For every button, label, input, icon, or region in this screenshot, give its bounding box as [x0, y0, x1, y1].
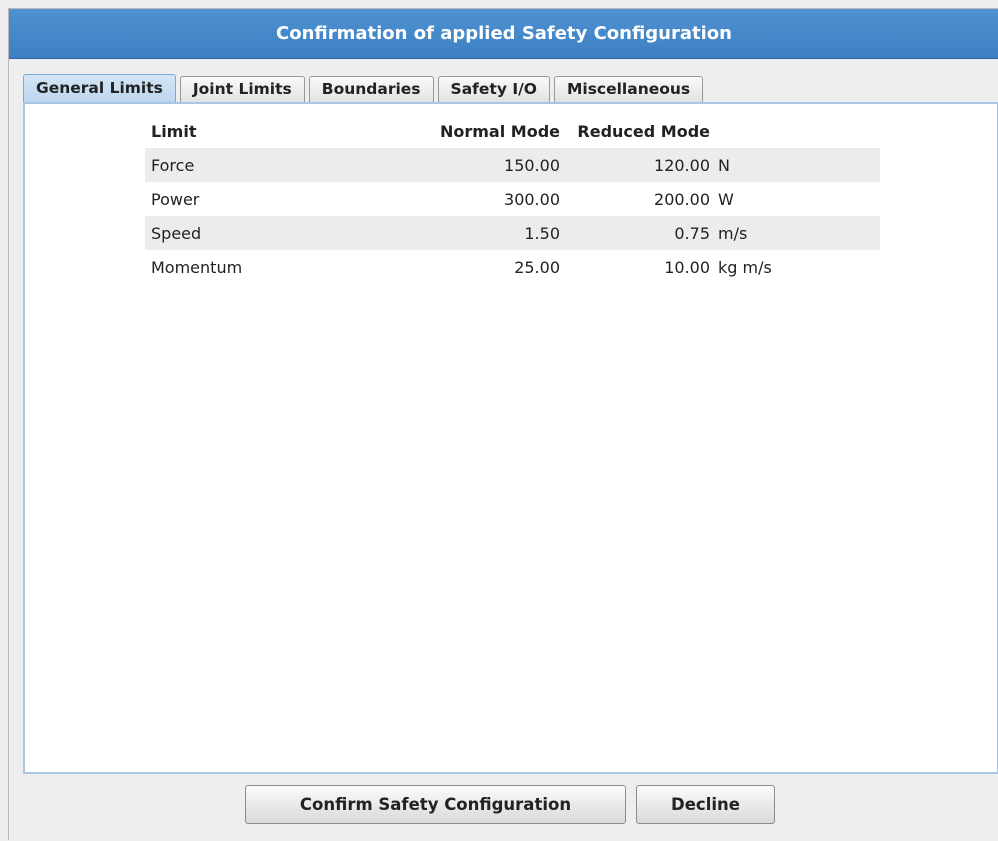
row-unit: kg m/s [718, 257, 772, 277]
tab-general-limits[interactable]: General Limits [23, 74, 176, 102]
general-limits-panel: Limit Normal Mode Reduced Mode Force 150… [23, 102, 998, 774]
row-normal-value: 1.50 [524, 223, 560, 243]
dialog-title: Confirmation of applied Safety Configura… [9, 9, 998, 59]
table-row: Speed 1.50 0.75 m/s [145, 216, 880, 250]
row-unit: W [718, 189, 734, 209]
row-unit: m/s [718, 223, 748, 243]
table-row: Momentum 25.00 10.00 kg m/s [145, 250, 880, 284]
tab-miscellaneous[interactable]: Miscellaneous [553, 76, 704, 102]
limits-table: Limit Normal Mode Reduced Mode Force 150… [145, 114, 880, 284]
header-reduced-mode: Reduced Mode [577, 121, 710, 141]
header-limit: Limit [151, 121, 197, 141]
tab-bar: General Limits Joint Limits Boundaries S… [23, 74, 707, 102]
row-reduced-value: 120.00 [654, 155, 710, 175]
decline-button[interactable]: Decline [636, 785, 775, 824]
row-reduced-value: 200.00 [654, 189, 710, 209]
header-normal-mode: Normal Mode [439, 121, 560, 141]
row-reduced-value: 10.00 [664, 257, 710, 277]
row-unit: N [718, 155, 730, 175]
button-bar: Confirm Safety Configuration Decline [9, 774, 998, 841]
table-row: Power 300.00 200.00 W [145, 182, 880, 216]
row-limit-name: Power [151, 189, 200, 209]
row-normal-value: 25.00 [514, 257, 560, 277]
tab-safety-io[interactable]: Safety I/O [437, 76, 550, 102]
row-limit-name: Force [151, 155, 195, 175]
table-header-row: Limit Normal Mode Reduced Mode [145, 114, 880, 148]
row-normal-value: 300.00 [504, 189, 560, 209]
table-row: Force 150.00 120.00 N [145, 148, 880, 182]
row-reduced-value: 0.75 [674, 223, 710, 243]
row-limit-name: Speed [151, 223, 202, 243]
tab-boundaries[interactable]: Boundaries [308, 76, 434, 102]
row-limit-name: Momentum [151, 257, 243, 277]
row-normal-value: 150.00 [504, 155, 560, 175]
tab-joint-limits[interactable]: Joint Limits [179, 76, 305, 102]
safety-confirmation-dialog: Confirmation of applied Safety Configura… [8, 8, 998, 840]
confirm-safety-configuration-button[interactable]: Confirm Safety Configuration [245, 785, 626, 824]
